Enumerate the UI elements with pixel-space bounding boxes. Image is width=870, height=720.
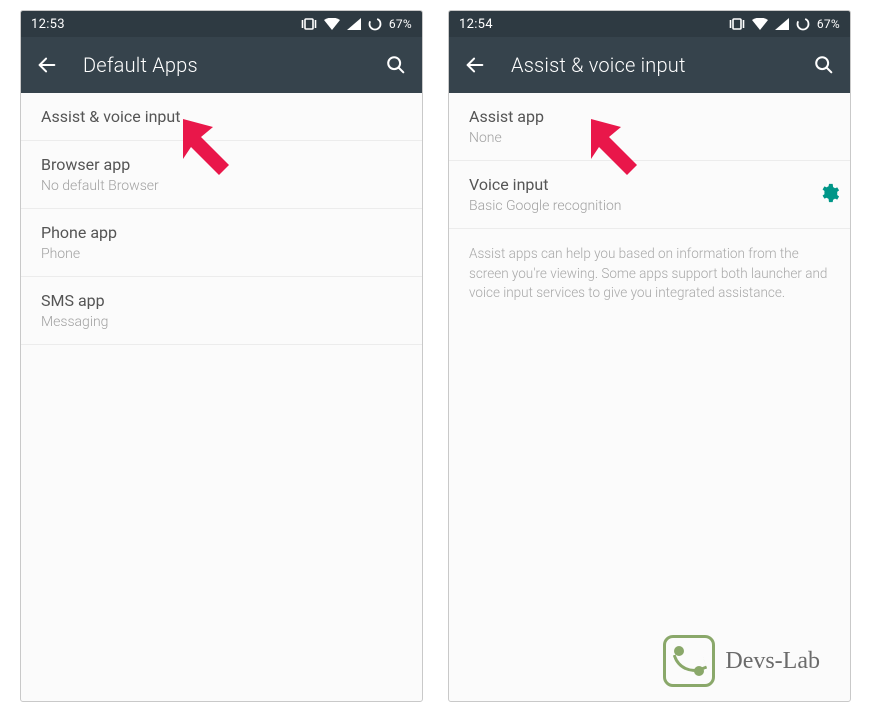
search-icon[interactable]	[812, 53, 836, 77]
brand-name: Devs-Lab	[725, 648, 820, 675]
settings-list: Assist app None Voice input Basic Google…	[449, 93, 850, 320]
signal-icon	[775, 18, 789, 30]
status-bar: 12:53 67%	[21, 11, 422, 37]
battery-text: 67%	[389, 17, 412, 31]
row-value: Phone	[41, 246, 402, 262]
row-label: Assist & voice input	[41, 107, 402, 126]
row-label: Assist app	[469, 107, 830, 126]
search-icon[interactable]	[384, 53, 408, 77]
row-value: Basic Google recognition	[469, 198, 796, 214]
row-phone-app[interactable]: Phone app Phone	[21, 209, 422, 277]
settings-list: Assist & voice input Browser app No defa…	[21, 93, 422, 345]
row-assist-app[interactable]: Assist app None	[449, 93, 850, 161]
status-icons: 67%	[301, 17, 412, 31]
row-sms-app[interactable]: SMS app Messaging	[21, 277, 422, 345]
row-value: None	[469, 130, 830, 146]
back-icon[interactable]	[35, 53, 59, 77]
watermark-text: Devs-Lab.com	[850, 356, 851, 450]
spinner-icon	[368, 17, 382, 31]
back-icon[interactable]	[463, 53, 487, 77]
row-label: Browser app	[41, 155, 402, 174]
status-icons: 67%	[729, 17, 840, 31]
page-title: Default Apps	[83, 53, 360, 77]
phone-default-apps: 12:53 67% Default Apps	[20, 10, 423, 702]
row-value: Messaging	[41, 314, 402, 330]
row-browser-app[interactable]: Browser app No default Browser	[21, 141, 422, 209]
row-label: Phone app	[41, 223, 402, 242]
vibrate-icon	[301, 17, 317, 31]
row-label: SMS app	[41, 291, 402, 310]
vibrate-icon	[729, 17, 745, 31]
action-bar: Default Apps	[21, 37, 422, 93]
wifi-icon	[752, 18, 768, 30]
clock: 12:53	[31, 17, 65, 32]
status-bar: 12:54 67%	[449, 11, 850, 37]
row-assist-voice-input[interactable]: Assist & voice input	[21, 93, 422, 141]
brand-logo: Devs-Lab	[663, 635, 820, 687]
row-voice-input[interactable]: Voice input Basic Google recognition	[449, 161, 850, 229]
page-title: Assist & voice input	[511, 53, 788, 77]
battery-text: 67%	[817, 17, 840, 31]
gear-icon[interactable]	[818, 182, 840, 208]
action-bar: Assist & voice input	[449, 37, 850, 93]
row-label: Voice input	[469, 175, 796, 194]
help-text: Assist apps can help you based on inform…	[449, 229, 850, 320]
clock: 12:54	[459, 17, 493, 32]
row-value: No default Browser	[41, 178, 402, 194]
brand-mark-icon	[663, 635, 715, 687]
spinner-icon	[796, 17, 810, 31]
wifi-icon	[324, 18, 340, 30]
phone-assist-voice-input: 12:54 67% Assist & voi	[448, 10, 851, 702]
watermark-text: Devs-Lab.com	[422, 356, 423, 450]
signal-icon	[347, 18, 361, 30]
